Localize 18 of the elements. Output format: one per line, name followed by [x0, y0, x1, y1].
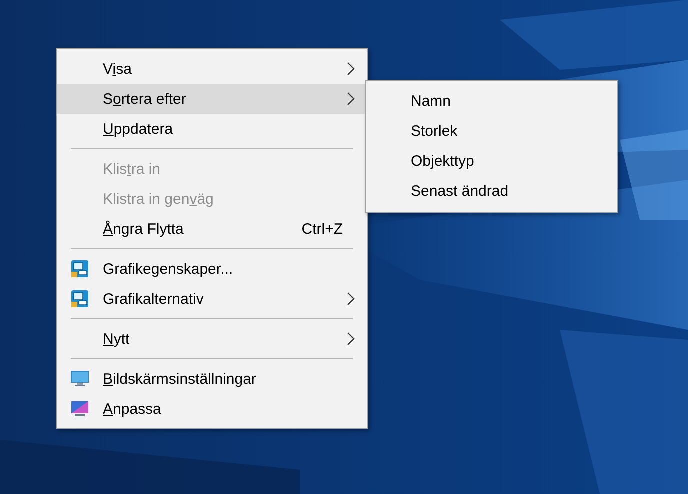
- menu-item[interactable]: Namn: [366, 87, 617, 117]
- personalize-icon: [71, 400, 89, 418]
- shortcut-text: Ctrl+Z: [302, 220, 343, 238]
- menu-item[interactable]: Senast ändrad: [366, 177, 617, 207]
- menu-item[interactable]: Visa: [57, 54, 367, 84]
- graphics-icon: [71, 260, 89, 278]
- menu-item[interactable]: Bildskärmsinställningar: [57, 364, 367, 394]
- monitor-icon: [71, 370, 89, 388]
- menu-item[interactable]: Storlek: [366, 117, 617, 147]
- menu-item[interactable]: Anpassa: [57, 394, 367, 424]
- menu-item[interactable]: Uppdatera: [57, 114, 367, 144]
- graphics-icon: [71, 290, 89, 308]
- menu-item[interactable]: Grafikegenskaper...: [57, 254, 367, 284]
- menu-item[interactable]: Sortera efter: [57, 84, 367, 114]
- menu-item[interactable]: Grafikalternativ: [57, 284, 367, 314]
- menu-item[interactable]: Nytt: [57, 324, 367, 354]
- menu-item[interactable]: Objekttyp: [366, 147, 617, 177]
- menu-item[interactable]: Ångra Flytta Ctrl+Z: [57, 214, 367, 244]
